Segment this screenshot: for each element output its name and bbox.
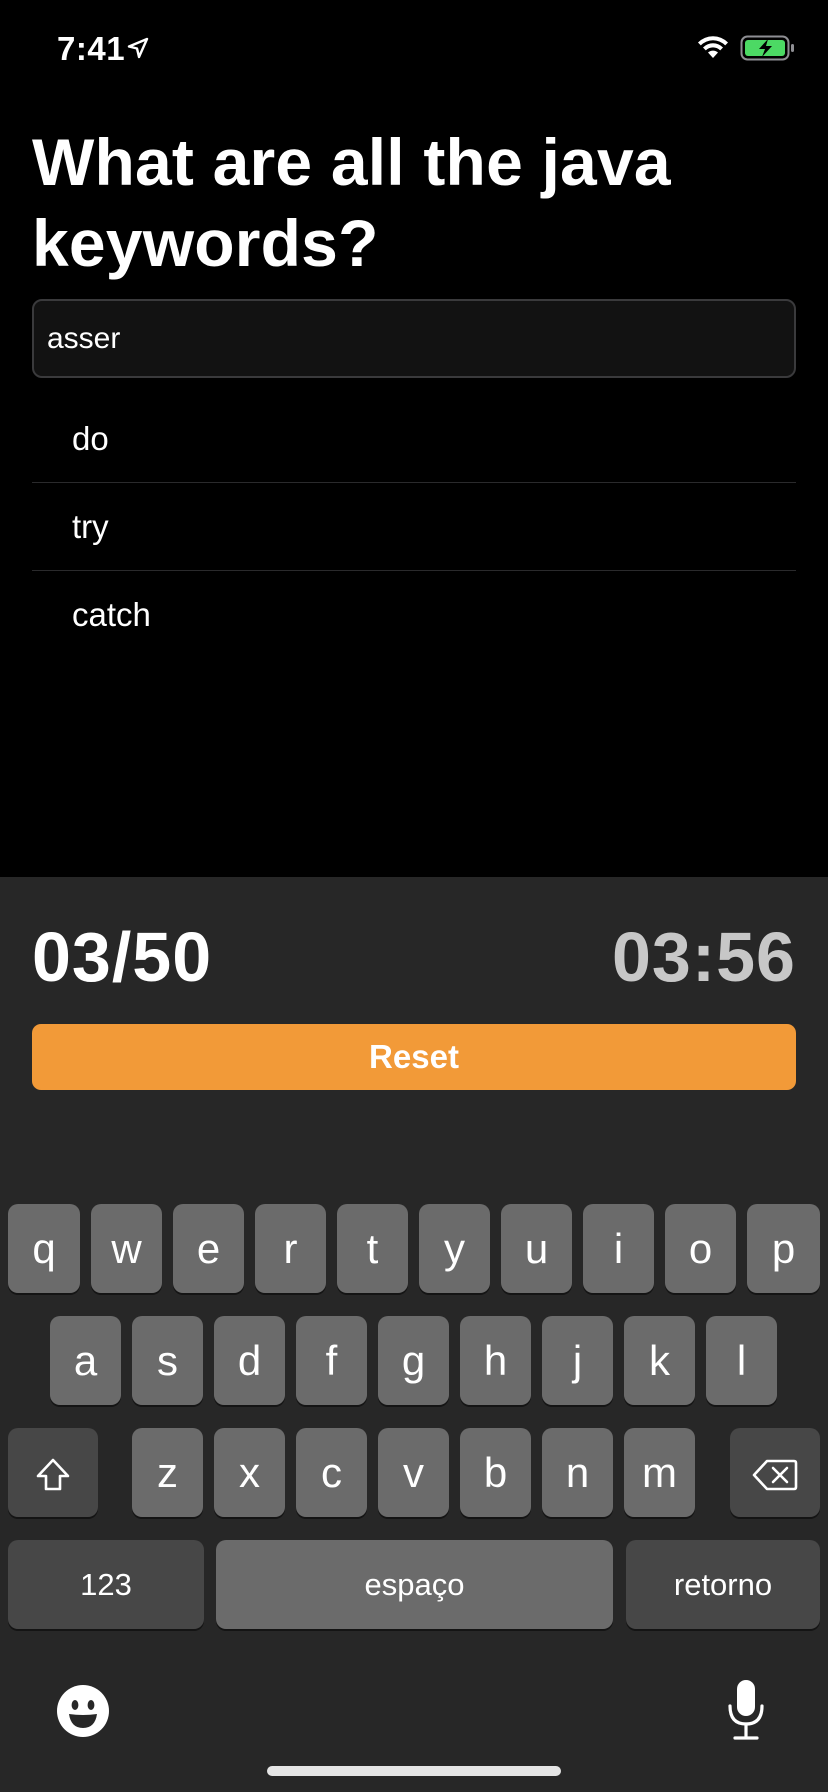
key-w[interactable]: w <box>91 1204 162 1293</box>
key-label: w <box>111 1225 142 1272</box>
key-g[interactable]: g <box>378 1316 449 1405</box>
key-c[interactable]: c <box>296 1428 367 1517</box>
wifi-icon <box>698 36 728 58</box>
numbers-key[interactable]: 123 <box>8 1540 204 1629</box>
list-item: catch <box>72 596 151 633</box>
key-label: d <box>237 1337 262 1384</box>
key-label: a <box>73 1337 98 1384</box>
key-label: f <box>325 1337 338 1384</box>
key-s[interactable]: s <box>132 1316 203 1405</box>
shift-icon <box>36 1458 70 1491</box>
backspace-key[interactable] <box>730 1428 820 1517</box>
key-f[interactable]: f <box>296 1316 367 1405</box>
key-j[interactable]: j <box>542 1316 613 1405</box>
key-label: v <box>403 1449 424 1496</box>
key-v[interactable]: v <box>378 1428 449 1517</box>
key-x[interactable]: x <box>214 1428 285 1517</box>
key-label: z <box>157 1449 178 1496</box>
key-label: e <box>196 1225 221 1272</box>
key-label: n <box>565 1449 590 1496</box>
microphone-icon[interactable] <box>726 1678 766 1742</box>
key-h[interactable]: h <box>460 1316 531 1405</box>
key-label: t <box>366 1225 379 1272</box>
location-arrow-icon <box>127 37 149 59</box>
status-bar: 7:41 <box>0 0 828 100</box>
key-q[interactable]: q <box>8 1204 80 1293</box>
key-t[interactable]: t <box>337 1204 408 1293</box>
key-label: x <box>239 1449 260 1496</box>
key-label: h <box>483 1337 508 1384</box>
key-label: espaço <box>364 1567 465 1602</box>
key-label: o <box>688 1225 713 1272</box>
key-label: u <box>524 1225 549 1272</box>
home-indicator <box>267 1766 561 1776</box>
key-m[interactable]: m <box>624 1428 695 1517</box>
battery-charging-icon <box>740 35 794 61</box>
key-o[interactable]: o <box>665 1204 736 1293</box>
status-time: 7:41 <box>57 30 126 67</box>
key-n[interactable]: n <box>542 1428 613 1517</box>
key-a[interactable]: a <box>50 1316 121 1405</box>
key-label: l <box>736 1337 747 1384</box>
key-d[interactable]: d <box>214 1316 285 1405</box>
return-key[interactable]: retorno <box>626 1540 820 1629</box>
key-label: r <box>283 1225 298 1272</box>
key-label: g <box>401 1337 426 1384</box>
question-title: What are all the java keywords? <box>32 125 671 280</box>
key-z[interactable]: z <box>132 1428 203 1517</box>
space-key[interactable]: espaço <box>216 1540 613 1629</box>
answer-input[interactable]: asser <box>32 299 796 378</box>
key-label: j <box>572 1337 583 1384</box>
key-u[interactable]: u <box>501 1204 572 1293</box>
key-l[interactable]: l <box>706 1316 777 1405</box>
emoji-icon[interactable] <box>55 1683 111 1739</box>
key-label: retorno <box>673 1567 773 1602</box>
key-y[interactable]: y <box>419 1204 490 1293</box>
score-counter: 03/50 <box>32 918 213 996</box>
key-label: s <box>157 1337 178 1384</box>
key-label: i <box>613 1225 624 1272</box>
key-label: y <box>444 1225 465 1272</box>
key-e[interactable]: e <box>173 1204 244 1293</box>
key-label: k <box>649 1337 670 1384</box>
backspace-icon <box>752 1459 798 1491</box>
key-k[interactable]: k <box>624 1316 695 1405</box>
key-label: p <box>771 1225 796 1272</box>
shift-key[interactable] <box>8 1428 98 1517</box>
key-label: m <box>642 1449 677 1496</box>
list-item: do <box>32 395 796 483</box>
key-label: q <box>32 1225 56 1272</box>
key-r[interactable]: r <box>255 1204 326 1293</box>
key-label: b <box>483 1449 508 1496</box>
answers-list: do try catch <box>32 395 796 659</box>
key-p[interactable]: p <box>747 1204 820 1293</box>
key-label: c <box>321 1449 342 1496</box>
countdown-timer: 03:56 <box>611 918 796 996</box>
key-label: 123 <box>80 1567 132 1602</box>
list-item: try <box>32 483 796 571</box>
key-b[interactable]: b <box>460 1428 531 1517</box>
reset-button[interactable]: Reset <box>32 1024 796 1090</box>
key-i[interactable]: i <box>583 1204 654 1293</box>
